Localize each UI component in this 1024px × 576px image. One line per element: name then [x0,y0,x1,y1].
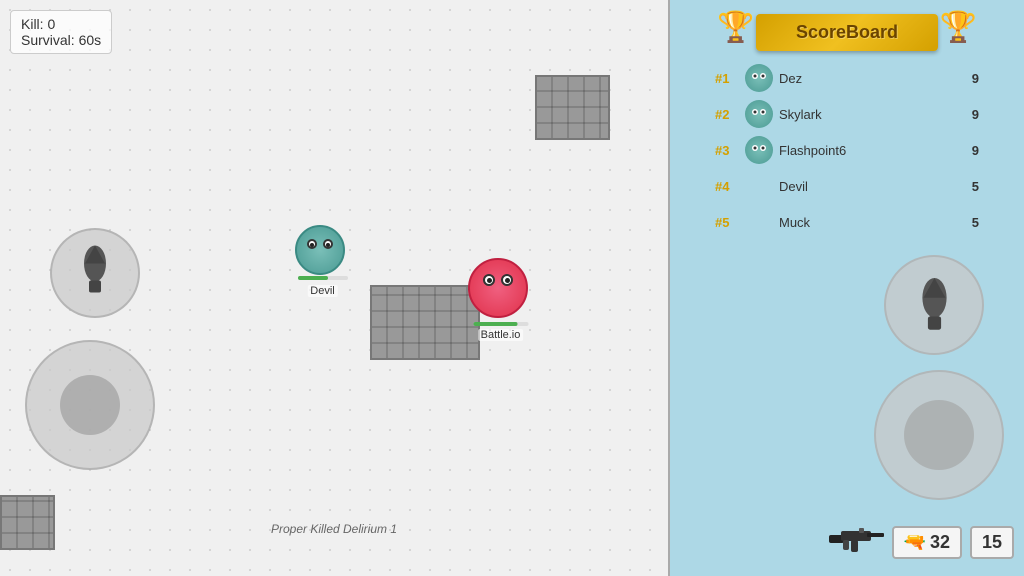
right-move-control[interactable] [874,370,1004,500]
game-panel: Kill: 0 Survival: 60s Devil [0,0,670,576]
score-name-3: Flashpoint6 [779,143,972,158]
score-row-1: #1 Dez9 [707,60,987,96]
bottom-hud: 🔫 32 15 [829,523,1014,561]
kill-message: Proper Killed Delirium 1 [271,522,397,536]
score-value-5: 5 [972,215,979,230]
wall-top-right [535,75,610,140]
score-avatar-1 [745,64,773,92]
trophy-right-icon: 🏆 [940,10,977,45]
player-name-label: Devil [307,285,337,297]
score-row-4: #4 Devil5 [707,168,987,204]
health-count: 15 [982,532,1002,553]
score-value-3: 9 [972,143,979,158]
score-rank-2: #2 [715,107,745,122]
score-avatar-3 [745,136,773,164]
right-gun-control[interactable] [884,255,984,355]
player-devil: Devil [295,220,350,275]
wall-mid [370,285,480,360]
score-name-2: Skylark [779,107,972,122]
survival-stat: Survival: 60s [21,32,101,48]
stats-box: Kill: 0 Survival: 60s [10,10,112,54]
weapon-icon [829,523,884,561]
left-move-control[interactable] [25,340,155,470]
score-list: #1Dez9#2Skylark9#3Flashpoint69#4Devil5#5… [707,60,987,240]
score-value-1: 9 [972,71,979,86]
score-avatar-2 [745,100,773,128]
health-display: 15 [970,526,1014,559]
score-rank-1: #1 [715,71,745,86]
score-name-1: Dez [779,71,972,86]
bullet-icon [75,246,115,296]
scoreboard: 🏆 ScoreBoard 🏆 #1Dez9#2Skylark9#3Flashpo… [707,5,987,240]
scoreboard-banner: 🏆 ScoreBoard 🏆 [707,5,987,60]
ammo-icon: 🔫 [904,532,926,553]
score-value-2: 9 [972,107,979,122]
rifle-svg [829,523,884,553]
enemy-name-label: Battle.io [478,329,524,341]
left-gun-control[interactable] [50,228,140,318]
score-name-5: Muck [779,215,972,230]
right-bullet-icon [912,278,957,333]
score-row-3: #3 Flashpoint69 [707,132,987,168]
scoreboard-title: ScoreBoard [756,14,938,51]
right-move-inner [904,400,974,470]
ammo-display: 🔫 32 [892,526,962,559]
score-name-4: Devil [779,179,972,194]
wall-bottom-left [0,495,55,550]
ammo-count: 32 [930,532,950,553]
score-rank-3: #3 [715,143,745,158]
ui-panel: 🏆 ScoreBoard 🏆 #1Dez9#2Skylark9#3Flashpo… [670,0,1024,576]
score-value-4: 5 [972,179,979,194]
score-rank-5: #5 [715,215,745,230]
score-row-2: #2 Skylark9 [707,96,987,132]
enemy-battle: Battle.io [468,258,533,323]
score-row-5: #5 Muck5 [707,204,987,240]
score-rank-4: #4 [715,179,745,194]
kill-stat: Kill: 0 [21,16,101,32]
trophy-left-icon: 🏆 [717,10,754,45]
